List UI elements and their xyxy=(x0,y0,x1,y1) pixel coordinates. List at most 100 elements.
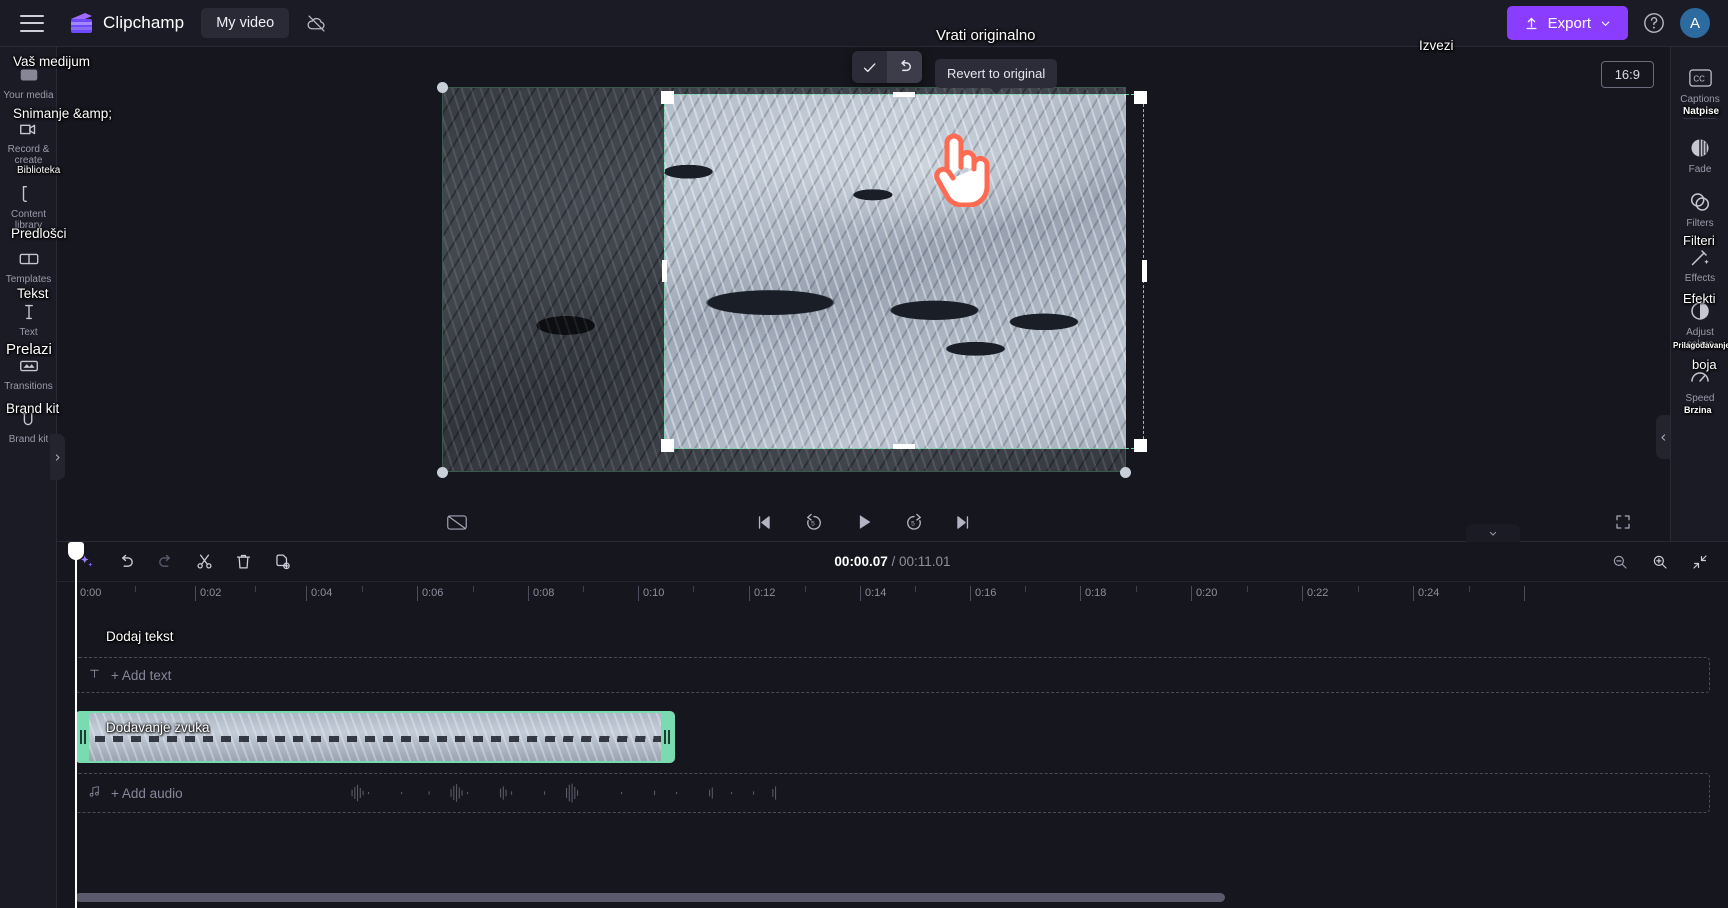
crop-handle-left-center[interactable] xyxy=(662,260,667,282)
ruler-tick xyxy=(417,586,418,601)
crop-handle-bottom-center[interactable] xyxy=(893,444,915,449)
cloud-off-icon[interactable] xyxy=(299,8,333,38)
timeline-horizontal-scrollbar[interactable] xyxy=(75,893,1720,902)
sidebar-item-record-create[interactable]: Record & create xyxy=(0,109,57,174)
total-time: 00:11.01 xyxy=(899,554,951,569)
avatar[interactable]: A xyxy=(1680,8,1710,38)
clipchamp-logo-icon xyxy=(69,12,94,34)
forward-5s-icon[interactable]: 5 xyxy=(899,507,929,537)
ruler-tick-minor xyxy=(805,586,806,592)
aspect-ratio-badge[interactable]: 16:9 xyxy=(1600,61,1654,88)
redo-icon[interactable] xyxy=(149,547,181,577)
trash-delete-icon[interactable] xyxy=(227,547,259,577)
crop-confirm-button[interactable] xyxy=(852,51,887,83)
timeline-panel: 00:00.07 / 00:11.01 0:00 0:02 0:04 0:06 … xyxy=(57,524,1728,908)
ruler-label: 0:08 xyxy=(533,587,555,599)
transform-handle-top-left[interactable] xyxy=(437,82,448,93)
sidebar-item-label: Record & create xyxy=(7,143,50,167)
right-item-speed[interactable]: Speed xyxy=(1671,356,1728,411)
sidebar-item-text[interactable]: Text xyxy=(0,292,57,346)
video-preview[interactable] xyxy=(437,82,1147,478)
brand-kit-icon xyxy=(18,408,40,430)
ruler-label: 0:00 xyxy=(80,587,102,599)
captions-off-icon[interactable] xyxy=(442,507,472,537)
timeline-video-track[interactable] xyxy=(75,711,1728,767)
timeline-drawer-toggle[interactable] xyxy=(1466,524,1520,542)
clip-trim-handle-left[interactable] xyxy=(77,713,89,761)
add-text-label: + Add text xyxy=(111,667,172,683)
right-item-captions[interactable]: CC Captions xyxy=(1671,57,1728,112)
zoom-out-icon[interactable] xyxy=(1604,547,1636,577)
scissors-split-icon[interactable] xyxy=(188,547,220,577)
undo-icon[interactable] xyxy=(110,547,142,577)
transform-handle-bottom-left[interactable] xyxy=(437,467,448,478)
sidebar-item-label: Content library xyxy=(10,208,47,232)
video-frame-bright xyxy=(664,94,1126,449)
timeline-text-track[interactable]: + Add text xyxy=(75,657,1728,693)
top-bar: Clipchamp My video Export A xyxy=(0,0,1728,47)
player-controls: 5 5 xyxy=(57,502,1670,542)
crop-handle-bottom-left[interactable] xyxy=(661,439,674,452)
content-library-icon xyxy=(18,183,40,205)
sidebar-item-templates[interactable]: Templates xyxy=(0,239,57,293)
right-sidebar-collapse-button[interactable] xyxy=(1656,415,1670,459)
rewind-5s-icon[interactable]: 5 xyxy=(799,507,829,537)
crop-revert-button[interactable] xyxy=(887,51,922,83)
duplicate-icon[interactable] xyxy=(266,547,298,577)
track-spacer xyxy=(75,609,1728,657)
right-item-label: Filters xyxy=(1686,218,1714,229)
sidebar-item-content-library[interactable]: Content library xyxy=(0,174,57,239)
timeline-toolbar: 00:00.07 / 00:11.01 xyxy=(57,524,1728,582)
timeline-ruler[interactable]: 0:00 0:02 0:04 0:06 0:08 0:10 0:12 0:14 xyxy=(75,582,1728,605)
help-circle-icon[interactable] xyxy=(1642,11,1666,35)
add-text-track-button[interactable]: + Add text xyxy=(75,657,1710,693)
video-clip[interactable] xyxy=(75,711,675,763)
right-item-filters[interactable]: Filters xyxy=(1671,181,1728,236)
skip-to-end-icon[interactable] xyxy=(949,507,979,537)
right-item-effects[interactable]: Effects xyxy=(1671,236,1728,291)
speed-icon xyxy=(1688,365,1712,389)
left-sidebar-collapse-button[interactable] xyxy=(50,434,65,480)
sidebar-item-brand-kit[interactable]: Brand kit xyxy=(0,399,57,453)
sidebar-item-transitions[interactable]: Transitions xyxy=(0,346,57,400)
right-item-adjust-colors[interactable]: Adjust colors xyxy=(1671,290,1728,356)
hamburger-menu-icon[interactable] xyxy=(20,14,44,32)
play-button[interactable] xyxy=(849,507,879,537)
chevron-down-icon xyxy=(1601,21,1610,26)
sidebar-item-your-media[interactable]: Your media xyxy=(0,55,57,109)
svg-text:5: 5 xyxy=(911,521,915,528)
timeline-audio-track[interactable]: + Add audio xyxy=(75,773,1728,813)
project-name-field[interactable]: My video xyxy=(201,8,290,38)
crop-handle-top-center[interactable] xyxy=(893,92,915,97)
crop-handle-top-left[interactable] xyxy=(661,91,674,104)
ruler-label: 0:04 xyxy=(311,587,333,599)
crop-handle-bottom-right[interactable] xyxy=(1134,439,1147,452)
ruler-tick xyxy=(749,586,750,601)
crop-handle-right-center[interactable] xyxy=(1142,260,1147,282)
fit-to-screen-icon[interactable] xyxy=(1684,547,1716,577)
magic-sparkles-icon[interactable] xyxy=(71,547,103,577)
right-item-fade[interactable]: Fade xyxy=(1671,127,1728,182)
chevron-right-icon xyxy=(55,453,60,461)
zoom-in-icon[interactable] xyxy=(1644,547,1676,577)
scrollbar-thumb[interactable] xyxy=(75,893,1225,902)
skip-to-start-icon[interactable] xyxy=(749,507,779,537)
ruler-tick xyxy=(1080,586,1081,601)
export-button[interactable]: Export xyxy=(1506,6,1628,40)
captions-cc-icon: CC xyxy=(1688,66,1712,90)
clip-trim-handle-right[interactable] xyxy=(661,713,673,761)
ruler-tick-minor xyxy=(1136,586,1137,592)
transform-handle-bottom-right[interactable] xyxy=(1120,467,1131,478)
add-audio-track-button[interactable]: + Add audio xyxy=(75,773,1710,813)
ruler-tick-minor xyxy=(473,586,474,592)
ruler-tick xyxy=(970,586,971,601)
text-icon xyxy=(18,301,40,323)
crop-selection-region[interactable] xyxy=(664,94,1144,449)
ruler-tick xyxy=(528,586,529,601)
ruler-tick-minor xyxy=(1247,586,1248,592)
time-separator: / xyxy=(891,554,896,569)
fullscreen-icon[interactable] xyxy=(1608,507,1638,537)
crop-action-toolbar xyxy=(852,51,922,83)
crop-handle-top-right[interactable] xyxy=(1134,91,1147,104)
ruler-tick xyxy=(1191,586,1192,601)
